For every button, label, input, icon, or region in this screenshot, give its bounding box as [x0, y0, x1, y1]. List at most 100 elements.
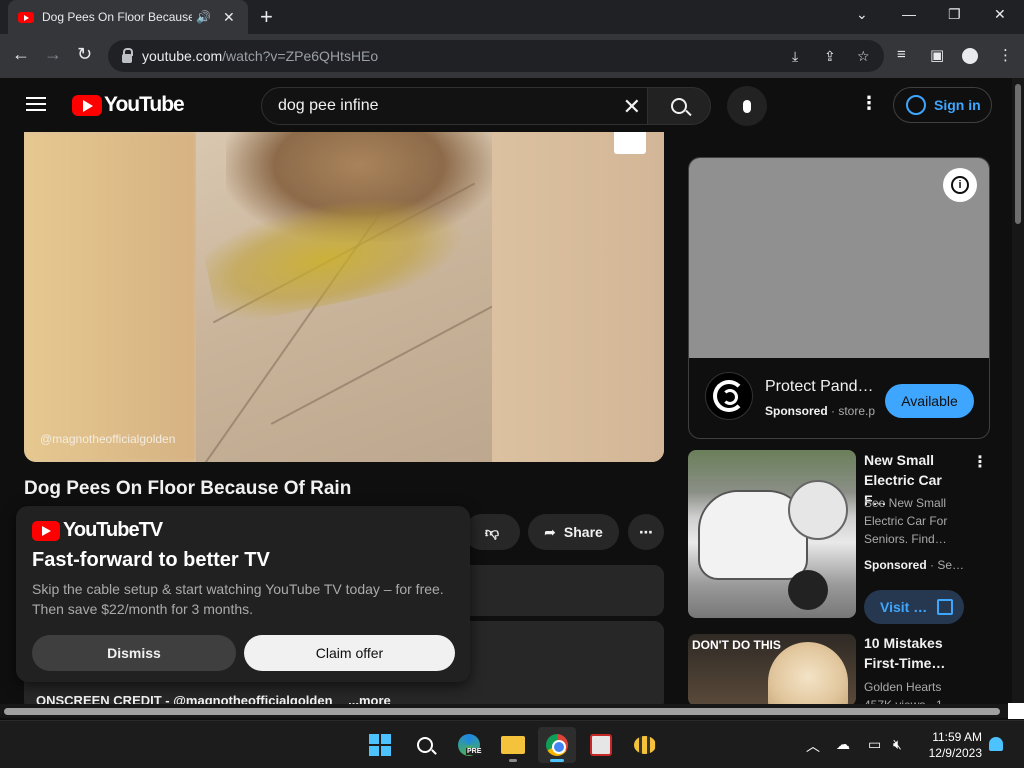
- settings-kebab-icon[interactable]: ⋮: [860, 93, 878, 114]
- tray-overflow-chevron-icon[interactable]: ︿: [806, 736, 820, 756]
- horizontal-scrollbar[interactable]: [0, 704, 1012, 718]
- close-window-button[interactable]: ✕: [994, 6, 1006, 23]
- account-icon: [906, 95, 926, 115]
- network-icon[interactable]: ▭: [868, 736, 881, 753]
- onedrive-offline-icon[interactable]: ☁: [836, 736, 850, 753]
- chrome-menu-icon[interactable]: ⋮: [998, 46, 1013, 64]
- youtube-tv-brand: YouTubeTV: [63, 519, 163, 541]
- bookmark-star-icon[interactable]: ☆: [857, 48, 870, 65]
- thumbs-down-icon: 👎︎: [484, 523, 500, 540]
- rec-kebab-icon[interactable]: ⋮: [972, 452, 988, 472]
- lock-icon[interactable]: [122, 47, 133, 63]
- install-app-icon[interactable]: ⤓: [792, 48, 798, 65]
- taskbar-edge-beta[interactable]: PRE: [450, 727, 488, 763]
- promo-title: Fast-forward to better TV: [32, 549, 270, 571]
- rec-meta-text: · Se…: [930, 558, 965, 572]
- available-button[interactable]: Available: [885, 384, 974, 418]
- video-frame: [196, 132, 502, 462]
- sign-in-button[interactable]: Sign in: [893, 87, 992, 123]
- side-panel-icon[interactable]: ▣: [930, 46, 944, 64]
- browser-toolbar: ← → ↻ youtube.com/watch?v=ZPe6QHtsHEo ⤓ …: [0, 34, 1024, 78]
- sponsored-label: Sponsored: [864, 558, 927, 572]
- start-button[interactable]: [361, 727, 399, 763]
- minimize-button[interactable]: —: [902, 6, 916, 22]
- taskbar-snipping-tool[interactable]: [582, 727, 620, 763]
- video-player[interactable]: @magnotheofficialgolden: [24, 132, 664, 462]
- rec-subtitle: See New Small Electric Car For Seniors. …: [864, 496, 948, 546]
- share-label: Share: [563, 524, 603, 540]
- volume-muted-icon[interactable]: 🔇︎: [893, 736, 902, 753]
- ad-info-button[interactable]: i: [943, 168, 977, 202]
- rec-title[interactable]: 10 Mistakes First-Time…: [864, 633, 968, 673]
- reload-button[interactable]: ↻: [77, 44, 92, 65]
- rec-thumbnail-puppy[interactable]: DON'T DO THIS: [688, 634, 856, 706]
- dismiss-button[interactable]: Dismiss: [32, 635, 236, 671]
- notification-bell-icon[interactable]: [989, 737, 1003, 751]
- share-arrow-icon: ➦: [544, 523, 556, 540]
- visit-site-button[interactable]: Visit …: [864, 590, 964, 624]
- guide-menu-icon[interactable]: [26, 97, 46, 111]
- video-overlay-icon[interactable]: [614, 132, 646, 154]
- youtube-tv-promo: YouTubeTV Fast-forward to better TV Skip…: [16, 506, 470, 682]
- clock-date: 12/9/2023: [928, 746, 982, 760]
- media-controls-icon[interactable]: ≡: [897, 46, 906, 63]
- rec-thumbnail-electric-car[interactable]: [688, 450, 856, 618]
- close-tab-icon[interactable]: ✕: [223, 9, 235, 26]
- video-blur-left: [24, 132, 196, 462]
- chrome-icon: [546, 734, 568, 756]
- windows-taskbar: PRE ︿ ☁ ▭ 🔇︎ 11:59 AM 12/9/2023: [0, 720, 1024, 768]
- forward-button[interactable]: →: [44, 44, 62, 65]
- bee-icon: [634, 736, 656, 754]
- ad-title[interactable]: Protect Pand…: [765, 378, 875, 396]
- restore-button[interactable]: ❐: [948, 6, 961, 23]
- taskbar-file-explorer[interactable]: [494, 727, 532, 763]
- browser-tab[interactable]: Dog Pees On Floor Because Of Rain 🔊 ✕: [8, 0, 248, 34]
- external-link-icon: [937, 599, 954, 615]
- rec-meta: Sponsored · Se…: [864, 556, 972, 574]
- ad-meta: Sponsored · store.p: [765, 404, 875, 418]
- youtube-logo-text[interactable]: YouTube: [104, 93, 185, 117]
- url-path: /watch?v=ZPe6QHtsHEo: [222, 48, 379, 64]
- vertical-scroll-thumb[interactable]: [1015, 84, 1021, 224]
- running-indicator: [509, 759, 517, 762]
- advertiser-logo: [705, 372, 753, 420]
- clock-time: 11:59 AM: [932, 730, 982, 744]
- search-input[interactable]: dog pee infine ✕: [261, 87, 648, 125]
- voice-search-button[interactable]: [727, 86, 767, 126]
- scroll-corner: [1008, 703, 1024, 719]
- search-icon: [417, 737, 433, 753]
- speaker-icon[interactable]: 🔊: [196, 10, 211, 24]
- promo-body: Skip the cable setup & start watching Yo…: [32, 581, 444, 617]
- dislike-button[interactable]: 👎︎: [464, 514, 520, 550]
- more-horizontal-icon: ⋯: [639, 523, 653, 540]
- sponsored-label: Sponsored: [765, 404, 828, 418]
- youtube-logo-icon[interactable]: [72, 95, 102, 116]
- share-page-icon[interactable]: ⇪: [824, 48, 836, 65]
- tab-title: Dog Pees On Floor Because Of Rain: [42, 10, 192, 24]
- browser-titlebar: Dog Pees On Floor Because Of Rain 🔊 ✕ + …: [0, 0, 1024, 34]
- vertical-scrollbar[interactable]: [1012, 78, 1024, 718]
- car-shape-2: [788, 480, 848, 540]
- taskbar-chrome[interactable]: [538, 727, 576, 763]
- more-actions-button[interactable]: ⋯: [628, 514, 664, 550]
- puppy-figure: [768, 642, 848, 706]
- tab-search-chevron-icon[interactable]: ⌄: [856, 6, 868, 23]
- address-bar[interactable]: youtube.com/watch?v=ZPe6QHtsHEo ⤓ ⇪ ☆: [108, 40, 884, 72]
- taskbar-bee-app[interactable]: [626, 727, 664, 763]
- profile-icon[interactable]: [962, 48, 978, 64]
- claim-offer-button[interactable]: Claim offer: [244, 635, 455, 671]
- video-title: Dog Pees On Floor Because Of Rain: [24, 478, 352, 499]
- back-button[interactable]: ←: [12, 44, 30, 65]
- system-clock[interactable]: 11:59 AM 12/9/2023: [920, 729, 982, 761]
- share-button[interactable]: ➦ Share: [528, 514, 619, 550]
- new-tab-button[interactable]: +: [260, 4, 273, 30]
- sign-in-label: Sign in: [934, 97, 981, 113]
- info-icon: i: [951, 176, 969, 194]
- windows-logo-icon: [369, 734, 391, 756]
- ad-domain: · store.p: [831, 404, 875, 418]
- clear-search-icon[interactable]: ✕: [623, 94, 641, 120]
- horizontal-scroll-thumb[interactable]: [4, 708, 1000, 715]
- search-button[interactable]: [647, 87, 711, 125]
- taskbar-search-button[interactable]: [406, 727, 444, 763]
- sidebar-ad[interactable]: i Protect Pand… Sponsored · store.p Avai…: [688, 157, 990, 439]
